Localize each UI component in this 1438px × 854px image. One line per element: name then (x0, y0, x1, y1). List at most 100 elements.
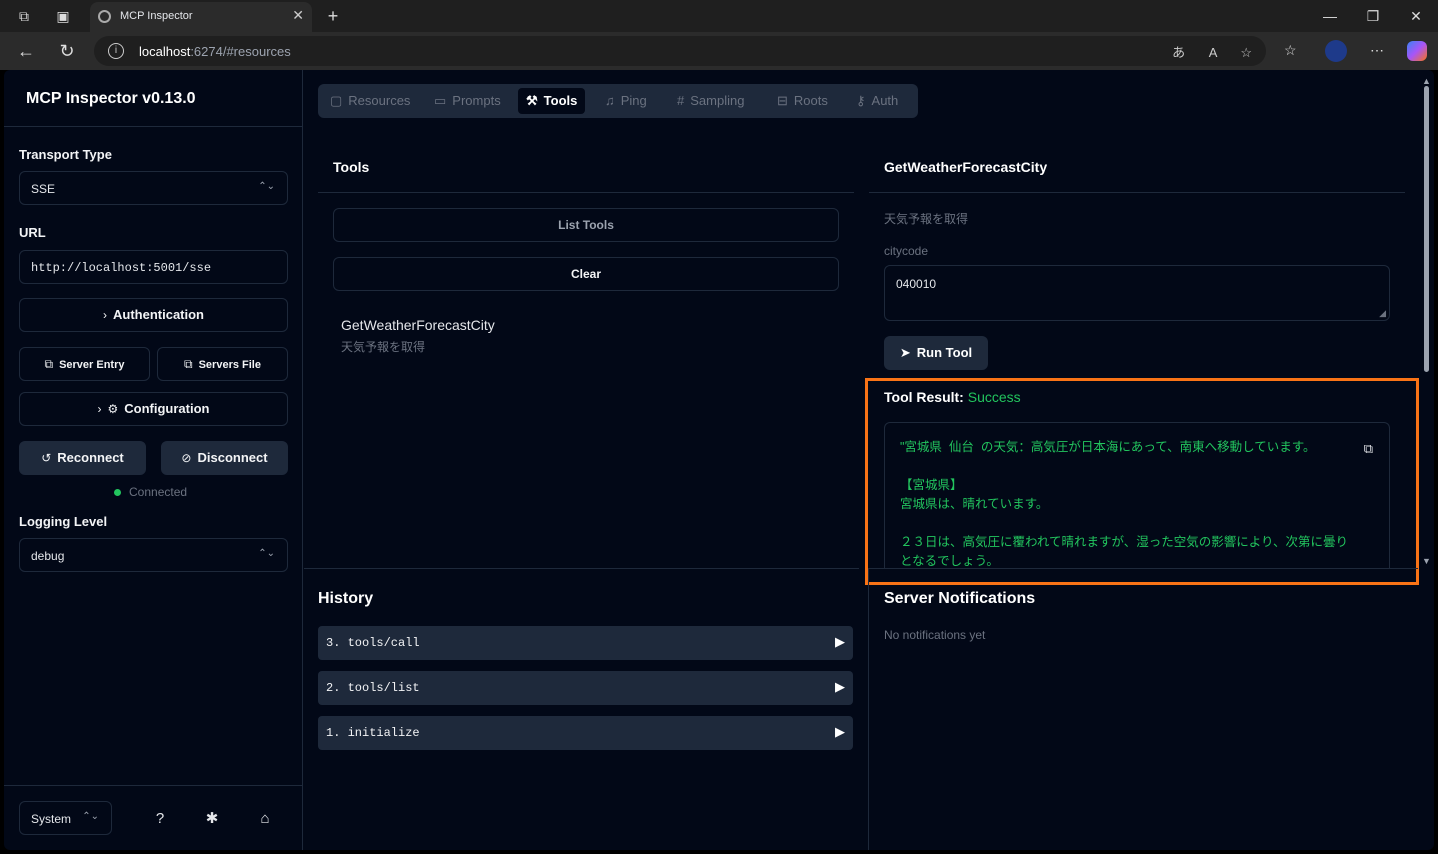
close-tab-icon[interactable]: ✕ (292, 7, 304, 24)
copilot-icon[interactable] (1407, 41, 1427, 61)
tab-actions-icon[interactable]: ▣ (54, 7, 72, 25)
minimize-icon[interactable]: — (1310, 4, 1350, 28)
browser-tab[interactable]: MCP Inspector ✕ (90, 2, 312, 32)
bug-icon[interactable]: ✱ (203, 810, 221, 828)
app-title: MCP Inspector v0.13.0 (26, 90, 196, 107)
scroll-thumb[interactable] (1424, 86, 1429, 372)
tab-prompts[interactable]: ▭ Prompts (426, 88, 509, 114)
tab-roots[interactable]: ⊟ Roots (769, 88, 836, 114)
divider (4, 785, 303, 786)
tool-detail-title: GetWeatherForecastCity (884, 159, 1048, 175)
clear-button[interactable]: Clear (333, 257, 839, 291)
transport-label: Transport Type (19, 147, 112, 162)
sidebar: MCP Inspector v0.13.0 Transport Type SSE… (4, 70, 303, 850)
gear-icon: ⚙ (107, 402, 119, 416)
logging-value: debug (31, 549, 65, 563)
tab-label: Roots (793, 93, 828, 108)
translate-icon[interactable]: あ (1172, 45, 1185, 60)
main-tabs: ▢ Resources ▭ Prompts ⚒ Tools ♫ Ping # Sampli… (318, 84, 918, 118)
workspaces-icon[interactable]: ⧉ (15, 7, 33, 25)
tab-label: Sampling (690, 93, 745, 108)
expand-icon[interactable]: ▶ (835, 671, 845, 705)
configuration-button[interactable]: › ⚙ Configuration (19, 392, 288, 426)
read-aloud-icon[interactable]: A (1209, 45, 1217, 60)
address-bar-row: ← ↻ i localhost:6274/#resources あ A ☆ ☆ … (0, 32, 1438, 70)
tab-tools[interactable]: ⚒ Tools (518, 88, 586, 114)
url-path: :6274/#resources (190, 44, 291, 59)
divider (868, 568, 869, 850)
scroll-down-icon[interactable]: ▼ (1422, 556, 1431, 566)
result-box: "宮城県 仙台 の天気：高気圧が日本海にあって、南東へ移動しています。 【宮城県… (884, 422, 1390, 568)
scrollbar[interactable]: ▲ ▼ (1422, 76, 1432, 568)
reconnect-label: Reconnect (57, 450, 124, 465)
tab-ping[interactable]: ♫ Ping (597, 88, 655, 114)
app-window: MCP Inspector v0.13.0 Transport Type SSE… (4, 70, 1434, 850)
logging-label: Logging Level (19, 514, 108, 529)
transport-select[interactable]: SSE ⌃⌄ (19, 171, 288, 205)
authentication-button[interactable]: › Authentication (19, 298, 288, 332)
history-item[interactable]: 1. initialize ▶ (318, 716, 853, 750)
divider (869, 192, 1405, 193)
tab-sampling[interactable]: # Sampling (669, 88, 752, 114)
notifications-title: Server Notifications (884, 590, 1036, 607)
url-field[interactable]: i localhost:6274/#resources あ A ☆ (94, 36, 1266, 66)
bell-icon: ♫ (605, 93, 615, 108)
history-item[interactable]: 2. tools/list ▶ (318, 671, 853, 705)
chevron-updown-icon: ⌃⌄ (258, 548, 275, 559)
favorites-icon[interactable]: ☆ (1284, 42, 1297, 59)
file-icon: ▢ (330, 93, 343, 108)
back-icon[interactable]: ← (16, 41, 36, 61)
refresh-icon[interactable]: ↻ (57, 41, 77, 61)
more-menu-icon[interactable]: ⋯ (1370, 42, 1384, 59)
tab-label: Tools (543, 93, 578, 108)
expand-icon[interactable]: ▶ (835, 626, 845, 660)
resize-handle-icon[interactable]: ◢ (1379, 308, 1386, 319)
chevron-updown-icon: ⌃⌄ (258, 181, 275, 192)
tools-title: Tools (333, 159, 370, 175)
result-status: Success (967, 389, 1021, 405)
theme-select[interactable]: System ⌃⌄ (19, 801, 112, 835)
run-tool-button[interactable]: ➤ Run Tool (884, 336, 988, 370)
url-input[interactable]: http://localhost:5001/sse (19, 250, 288, 284)
tab-resources[interactable]: ▢ Resources (322, 88, 418, 114)
github-icon[interactable]: ⌂ (256, 810, 274, 828)
theme-value: System (31, 812, 72, 826)
tool-description: 天気予報を取得 (341, 340, 426, 354)
close-window-icon[interactable]: ✕ (1396, 4, 1436, 28)
scroll-up-icon[interactable]: ▲ (1422, 76, 1431, 86)
tab-label: Prompts (452, 93, 501, 108)
favorite-star-icon[interactable]: ☆ (1240, 45, 1252, 60)
run-tool-label: Run Tool (916, 345, 973, 360)
new-tab-icon[interactable]: + (324, 7, 342, 25)
hammer-icon: ⚒ (526, 93, 538, 108)
logging-select[interactable]: debug ⌃⌄ (19, 538, 288, 572)
history-title: History (318, 590, 374, 607)
reconnect-button[interactable]: ↺ Reconnect (19, 441, 146, 475)
restore-icon[interactable]: ❐ (1353, 4, 1393, 28)
configuration-label: Configuration (124, 401, 210, 416)
server-entry-button[interactable]: ⧉ Server Entry (19, 347, 150, 381)
result-title: Tool Result: Success (884, 389, 1021, 405)
tool-list-item[interactable]: GetWeatherForecastCity (341, 317, 495, 333)
status-text: Connected (129, 485, 188, 499)
help-icon[interactable]: ? (151, 810, 169, 828)
copy-icon: ⧉ (184, 357, 193, 371)
connection-status: Connected (114, 485, 187, 499)
profile-avatar[interactable] (1325, 40, 1347, 62)
hash-icon: # (677, 93, 685, 108)
citycode-input[interactable]: 040010 ◢ (884, 265, 1390, 321)
disconnect-button[interactable]: ⊘ Disconnect (161, 441, 288, 475)
servers-file-button[interactable]: ⧉ Servers File (157, 347, 288, 381)
expand-icon[interactable]: ▶ (835, 716, 845, 750)
tab-auth[interactable]: ⚷ Auth (848, 88, 906, 114)
favicon-icon (98, 10, 111, 23)
history-item-label: 2. tools/list (326, 681, 420, 695)
copy-icon[interactable]: ⧉ (1364, 441, 1373, 457)
list-tools-button[interactable]: List Tools (333, 208, 839, 242)
rotate-icon: ↺ (41, 451, 52, 465)
server-entry-label: Server Entry (59, 359, 125, 371)
site-info-icon[interactable]: i (108, 43, 124, 59)
divider (868, 568, 1418, 569)
disconnect-label: Disconnect (197, 450, 268, 465)
history-item[interactable]: 3. tools/call ▶ (318, 626, 853, 660)
